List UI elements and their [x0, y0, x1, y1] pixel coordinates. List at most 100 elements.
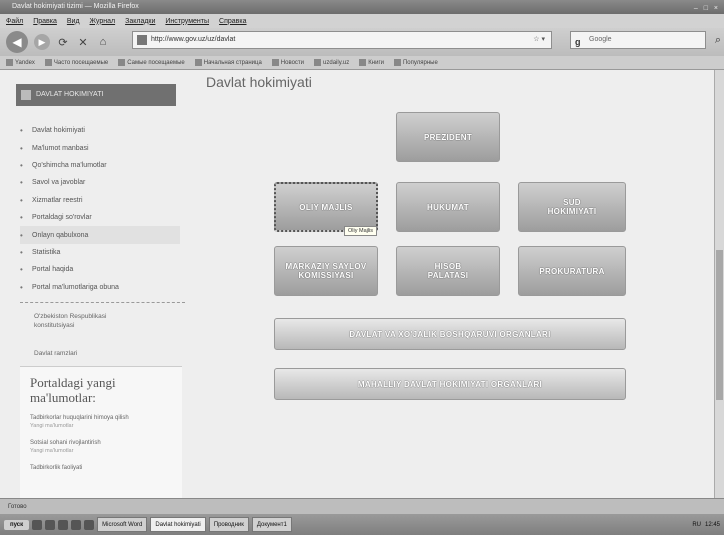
- sidebar-item-qoshimcha[interactable]: • Qo'shimcha ma'lumotlar: [20, 157, 180, 174]
- bookmark-icon: [194, 59, 202, 66]
- menu-bar: Файл Правка Вид Журнал Закладки Инструме…: [0, 14, 724, 28]
- sud-hokimiyati-block[interactable]: SUD HOKIMIYATI: [518, 182, 626, 232]
- folder-icon: [393, 59, 401, 66]
- folder-icon: [314, 59, 322, 66]
- reload-icon[interactable]: ⟳: [56, 36, 70, 49]
- bookmark-item[interactable]: Самые посещаемые: [118, 59, 185, 66]
- xojalik-boshqaruvi-block[interactable]: DAVLAT VA XO'JALIK BOSHQARUVI ORGANLARI: [274, 318, 626, 350]
- search-input[interactable]: g Google ⌕: [570, 31, 721, 50]
- oliy-majlis-block[interactable]: OLIY MAJLIS: [274, 182, 378, 232]
- menu-edit[interactable]: Правка: [33, 18, 57, 25]
- sidebar-item-savol-javob[interactable]: • Savol va javoblar: [20, 174, 180, 191]
- scrollbar-thumb[interactable]: [716, 250, 723, 400]
- taskbar-item[interactable]: Проводник: [208, 517, 249, 532]
- taskbar-item[interactable]: Microsoft Word: [97, 517, 148, 532]
- taskbar-item[interactable]: Davlat hokimiyati: [150, 517, 206, 532]
- quicklaunch-icon[interactable]: [84, 519, 95, 530]
- president-block[interactable]: PREZIDENT: [396, 112, 500, 162]
- bookmark-icon: [271, 59, 279, 66]
- bookmark-item[interactable]: Популярные: [393, 59, 438, 66]
- hisob-palatasi-block[interactable]: HISOB PALATASI: [396, 246, 500, 296]
- bookmark-item[interactable]: Часто посещаемые: [44, 59, 108, 66]
- clock: 12:45: [704, 521, 720, 528]
- window-controls[interactable]: – □ ×: [694, 2, 720, 14]
- sidebar-item-malumot-manbasi[interactable]: • Ma'lumot manbasi: [20, 139, 180, 156]
- sidebar-item-xizmatlar[interactable]: • Xizmatlar reestri: [20, 192, 180, 209]
- bullet-icon: •: [20, 247, 23, 257]
- mahalliy-hokimiyat-block[interactable]: MAHALLIY DAVLAT HOKIMIYATI ORGANLARI: [274, 368, 626, 400]
- sidebar-divider: [20, 302, 185, 303]
- news-item[interactable]: Tadbirkorlar huquqlarini himoya qilish Y…: [30, 414, 182, 430]
- bookmark-item[interactable]: Yandex: [6, 59, 35, 66]
- menu-bookmarks[interactable]: Закладки: [125, 18, 155, 25]
- news-item[interactable]: Sotsial sohani rivojlantirish Yangi ma'l…: [30, 439, 182, 455]
- close-button[interactable]: ×: [714, 5, 720, 12]
- menu-view[interactable]: Вид: [67, 18, 80, 25]
- address-bar[interactable]: http://www.gov.uz/uz/davlat ☆ ▾: [132, 31, 552, 49]
- navigation-toolbar: ◀ ▶ ⟳ ✕ ⌂ http://www.gov.uz/uz/davlat ☆ …: [0, 28, 724, 56]
- bullet-icon: •: [20, 126, 23, 136]
- prokuratura-block[interactable]: PROKURATURA: [518, 246, 626, 296]
- window-titlebar: Davlat hokimiyati tizimi — Mozilla Firef…: [0, 0, 724, 14]
- back-button[interactable]: ◀: [6, 31, 28, 53]
- page-viewport: DAVLAT HOKIMIYATI Davlat hokimiyati • Dav…: [0, 70, 714, 498]
- stop-icon[interactable]: ✕: [76, 36, 90, 49]
- bullet-icon: •: [20, 230, 23, 240]
- bookmark-item[interactable]: Книги: [359, 59, 384, 66]
- bullet-icon: •: [20, 195, 23, 205]
- status-text: Готово: [8, 504, 27, 510]
- search-engine-icon[interactable]: g: [575, 34, 581, 50]
- tooltip: Oliy Majlis: [344, 226, 378, 236]
- menu-help[interactable]: Справка: [219, 18, 246, 25]
- forward-button[interactable]: ▶: [34, 34, 50, 50]
- sidebar-item-obuna[interactable]: • Portal ma'lumotlariga obuna: [20, 279, 180, 296]
- news-title: Portaldagi yangi ma'lumotlar:: [30, 375, 116, 405]
- sidebar-item-statistika[interactable]: • Statistika: [20, 244, 180, 261]
- status-bar: Готово: [0, 498, 724, 514]
- bookmark-item[interactable]: uzdaily.uz: [314, 59, 349, 66]
- bullet-icon: •: [20, 282, 23, 292]
- page-title: Davlat hokimiyati: [206, 74, 312, 90]
- menu-history[interactable]: Журнал: [90, 18, 116, 25]
- bookmark-icon: [6, 59, 13, 66]
- bookmark-item[interactable]: Начальная страница: [194, 59, 262, 66]
- bookmarks-toolbar: Yandex Часто посещаемые Самые посещаемые…: [0, 56, 724, 70]
- news-panel: Portaldagi yangi ma'lumotlar: Tadbirkorl…: [20, 366, 182, 498]
- saylov-komissiyasi-block[interactable]: MARKAZIY SAYLOV KOMISSIYASI: [274, 246, 378, 296]
- language-indicator[interactable]: RU: [692, 522, 701, 528]
- quicklaunch-icon[interactable]: [58, 519, 69, 530]
- quicklaunch-icon[interactable]: [71, 519, 82, 530]
- bullet-icon: •: [20, 213, 23, 223]
- site-favicon: [137, 35, 147, 45]
- folder-icon: [359, 59, 367, 66]
- bookmark-icon: [44, 59, 52, 66]
- hukumat-block[interactable]: HUKUMAT: [396, 182, 500, 232]
- menu-file[interactable]: Файл: [6, 18, 23, 25]
- address-text: http://www.gov.uz/uz/davlat: [151, 36, 236, 43]
- maximize-button[interactable]: □: [704, 5, 710, 12]
- menu-icon: [21, 90, 31, 100]
- menu-tools[interactable]: Инструменты: [165, 18, 209, 25]
- window-title: Davlat hokimiyati tizimi — Mozilla Firef…: [12, 3, 139, 10]
- vertical-scrollbar[interactable]: [714, 70, 724, 498]
- quicklaunch-icon[interactable]: [32, 519, 43, 530]
- minimize-button[interactable]: –: [694, 5, 700, 12]
- emblems-link[interactable]: Davlat ramzlari: [34, 349, 77, 358]
- taskbar: пуск Microsoft Word Davlat hokimiyati Пр…: [0, 514, 724, 535]
- search-placeholder: Google: [589, 36, 612, 43]
- quicklaunch-icon[interactable]: [45, 519, 56, 530]
- sidebar-header[interactable]: DAVLAT HOKIMIYATI: [16, 84, 176, 106]
- address-dropdown-icon[interactable]: ☆ ▾: [533, 32, 545, 48]
- start-button[interactable]: пуск: [4, 519, 30, 530]
- news-item[interactable]: Tadbirkorlik faoliyati: [30, 464, 182, 472]
- sidebar-item-portal-haqida[interactable]: • Portal haqida: [20, 261, 180, 278]
- constitution-link[interactable]: O'zbekiston Respublikasi konstitutsiyasi: [34, 312, 144, 330]
- sidebar-item-qabulxona[interactable]: • Onlayn qabulxona: [20, 226, 180, 244]
- bookmark-icon: [118, 59, 126, 66]
- taskbar-item[interactable]: Документ1: [251, 517, 292, 532]
- search-icon[interactable]: ⌕: [715, 32, 721, 48]
- sidebar-item-davlat-hokimiyati[interactable]: • Davlat hokimiyati: [20, 122, 180, 139]
- sidebar-item-sorovlar[interactable]: • Portaldagi so'rovlar: [20, 209, 180, 226]
- home-icon[interactable]: ⌂: [96, 36, 110, 48]
- bookmark-item[interactable]: Новости: [271, 59, 304, 66]
